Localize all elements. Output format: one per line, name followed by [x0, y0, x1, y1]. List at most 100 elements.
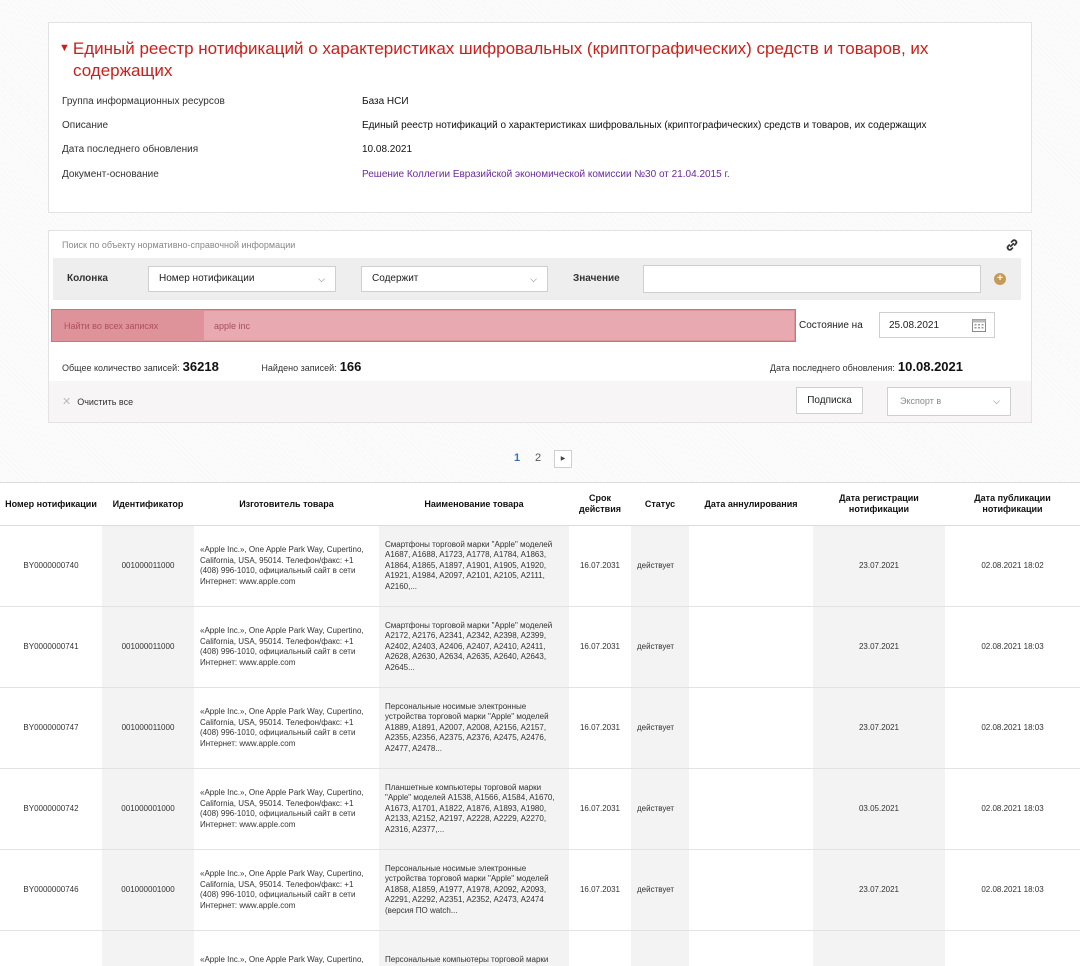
- registry-title[interactable]: ▼ Единый реестр нотификаций о характерист…: [59, 37, 1019, 82]
- state-date-picker[interactable]: [879, 312, 995, 338]
- cell-notification-number-text: BY0000000747: [23, 722, 79, 732]
- chevron-down-icon: ⌵: [993, 396, 1000, 406]
- cell-validity: 16.07.2031: [569, 930, 631, 966]
- cell-annulment-date: [689, 849, 813, 931]
- value-input[interactable]: [643, 265, 981, 293]
- cell-status-text: действует: [637, 884, 675, 894]
- header-product-name[interactable]: Наименование товара: [379, 482, 569, 526]
- found-records-label: Найдено записей:: [261, 363, 337, 373]
- link-icon[interactable]: [1005, 238, 1019, 252]
- cell-product-name: Персональные носимые электронные устройс…: [379, 687, 569, 769]
- table-row[interactable]: BY0000000742 001000001000 «Apple Inc.», On…: [0, 768, 1080, 850]
- table-row[interactable]: BY0000000741 001000011000 «Apple Inc.», On…: [0, 606, 1080, 688]
- cell-registration-date: 23.07.2021: [813, 606, 945, 688]
- cell-identifier: 001000011000: [102, 606, 194, 688]
- cell-status: действует: [631, 768, 689, 850]
- export-select[interactable]: Экспорт в ⌵: [887, 387, 1011, 416]
- cell-publication-date: 02.08.2021 18:02: [945, 525, 1080, 607]
- condition-select[interactable]: Содержит ⌵: [361, 266, 548, 292]
- cell-status-text: действует: [637, 803, 675, 813]
- cell-validity: 16.07.2031: [569, 525, 631, 607]
- cell-notification-number-text: BY0000000742: [23, 803, 79, 813]
- table-row[interactable]: BY0000000746 001000001000 «Apple Inc.», On…: [0, 849, 1080, 931]
- cell-notification-number: BY0000000740: [0, 525, 102, 607]
- calendar-icon[interactable]: [971, 317, 987, 333]
- add-filter-icon[interactable]: +: [994, 273, 1006, 285]
- info-row-group: Группа информационных ресурсов База НСИ: [62, 95, 1022, 109]
- header-validity[interactable]: Срок действия: [569, 482, 631, 526]
- basis-document-link[interactable]: Решение Коллегии Евразийской экономическ…: [362, 168, 730, 182]
- cell-manufacturer-text: «Apple Inc.», One Apple Park Way, Cupert…: [200, 545, 364, 586]
- column-select-value: Номер нотификации: [159, 273, 255, 284]
- cell-validity: 16.07.2031: [569, 687, 631, 769]
- cell-status: действует: [631, 525, 689, 607]
- cell-status-text: действует: [637, 560, 675, 570]
- cell-identifier-text: 001000001000: [121, 803, 175, 813]
- found-records-count: 166: [339, 359, 362, 374]
- page-2-link[interactable]: 2: [535, 452, 541, 464]
- header-annulment-date[interactable]: Дата аннулирования: [689, 482, 813, 526]
- condition-select-value: Содержит: [372, 273, 419, 284]
- cell-annulment-date: [689, 606, 813, 688]
- last-update-value: 10.08.2021: [897, 359, 963, 374]
- cell-notification-number: BY0000000744: [0, 930, 102, 966]
- cell-registration-date-text: 23.07.2021: [858, 641, 900, 651]
- header-notification-number[interactable]: Номер нотификации: [0, 482, 102, 526]
- cell-publication-date: 02.08.2021 18:03: [945, 930, 1080, 966]
- cell-manufacturer-text: «Apple Inc.», One Apple Park Way, Cupert…: [200, 707, 364, 748]
- cell-product-name-text: Смартфоны торговой марки "Apple" моделей…: [385, 620, 553, 672]
- cell-publication-date: 02.08.2021 18:03: [945, 849, 1080, 931]
- cell-status-text: действует: [637, 722, 675, 732]
- cell-notification-number-text: BY0000000740: [23, 560, 79, 570]
- cell-notification-number: BY0000000742: [0, 768, 102, 850]
- cell-identifier: 001000001000: [102, 768, 194, 850]
- search-all-input[interactable]: [204, 311, 794, 340]
- cell-product-name: Персональные носимые электронные устройс…: [379, 849, 569, 931]
- header-registration-date[interactable]: Дата регистрации нотификации: [813, 482, 945, 526]
- table-row[interactable]: BY0000000747 001000011000 «Apple Inc.», On…: [0, 687, 1080, 769]
- cell-validity-text: 16.07.2031: [579, 641, 621, 651]
- cell-annulment-date: [689, 930, 813, 966]
- table-row[interactable]: BY0000000744001000001000 «Apple Inc.», On…: [0, 930, 1080, 966]
- cell-manufacturer-text: «Apple Inc.», One Apple Park Way, Cupert…: [200, 955, 364, 966]
- cell-status: действует: [631, 849, 689, 931]
- cell-identifier: 001000011000: [102, 687, 194, 769]
- header-status[interactable]: Статус: [631, 482, 689, 526]
- export-select-label: Экспорт в: [900, 396, 942, 406]
- total-records-label: Общее количество записей:: [62, 363, 180, 373]
- subscribe-button[interactable]: Подписка: [796, 387, 863, 414]
- info-label: Описание: [62, 120, 109, 131]
- table-body: BY0000000740 001000011000 «Apple Inc.», On…: [0, 525, 1080, 966]
- header-publication-date[interactable]: Дата публикации нотификации: [945, 482, 1080, 526]
- table-row[interactable]: BY0000000740 001000011000 «Apple Inc.», On…: [0, 525, 1080, 607]
- cell-manufacturer-text: «Apple Inc.», One Apple Park Way, Cupert…: [200, 626, 364, 667]
- cell-registration-date: 23.07.2021: [813, 525, 945, 607]
- info-label: Дата последнего обновления: [62, 144, 199, 155]
- column-select[interactable]: Номер нотификации ⌵: [148, 266, 336, 292]
- state-date-input[interactable]: [880, 313, 966, 337]
- cell-registration-date-text: 23.07.2021: [858, 722, 900, 732]
- cell-product-name: Планшетные компьютеры торговой марки "Ap…: [379, 768, 569, 850]
- cell-annulment-date: [689, 525, 813, 607]
- cell-manufacturer: «Apple Inc.», One Apple Park Way, Cupert…: [194, 606, 379, 688]
- cell-identifier-text: 001000011000: [121, 560, 175, 570]
- cell-validity-text: 16.07.2031: [579, 884, 621, 894]
- header-manufacturer[interactable]: Изготовитель товара: [194, 482, 379, 526]
- total-records-count: 36218: [182, 359, 219, 374]
- next-page-icon[interactable]: ▶: [554, 450, 572, 468]
- clear-all-label: Очистить все: [77, 397, 134, 407]
- page-1-link[interactable]: 1: [514, 452, 520, 464]
- collapse-caret-icon[interactable]: ▼: [59, 37, 70, 59]
- registry-title-text: Единый реестр нотификаций о характеристи…: [72, 39, 929, 58]
- cell-publication-date-text: 02.08.2021 18:03: [981, 884, 1044, 894]
- last-update-summary: Дата последнего обновления: 10.08.2021: [770, 359, 963, 374]
- cell-annulment-date: [689, 768, 813, 850]
- info-value: Единый реестр нотификаций о характеристи…: [362, 120, 927, 131]
- cell-validity-text: 16.07.2031: [579, 560, 621, 570]
- record-counts: Общее количество записей: 36218 Найдено з…: [62, 359, 361, 374]
- results-table-container[interactable]: Номер нотификации Идентификатор Изготови…: [0, 482, 1080, 966]
- cell-registration-date-text: 23.07.2021: [858, 560, 900, 570]
- header-identifier[interactable]: Идентификатор: [102, 482, 194, 526]
- cell-registration-date: 03.05.2021: [813, 768, 945, 850]
- clear-all-button[interactable]: ✕ Очистить все: [62, 395, 133, 408]
